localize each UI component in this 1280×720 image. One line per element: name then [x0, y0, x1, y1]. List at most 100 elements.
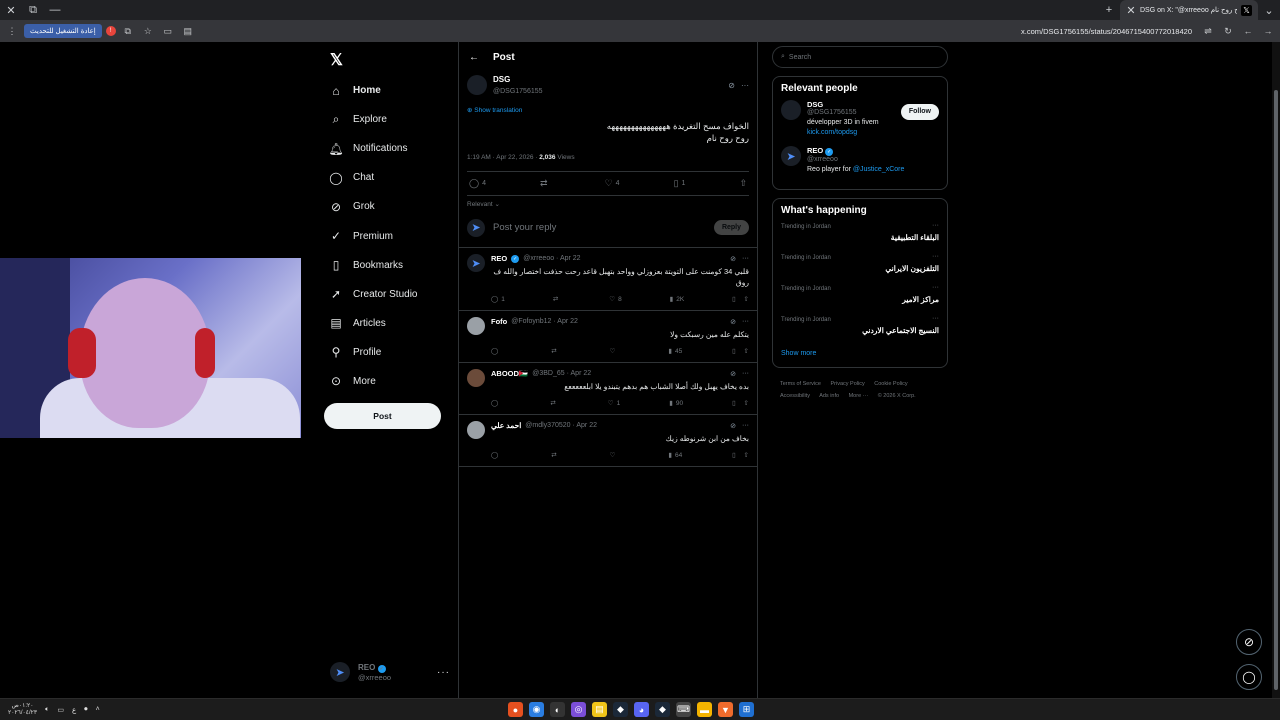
repost-button[interactable]: ⇄ [553, 295, 561, 303]
nav-explore[interactable]: ⌕ Explore [329, 105, 454, 134]
bookmark-icon[interactable]: ▯ [732, 451, 736, 459]
like-button[interactable]: ♡ [610, 451, 619, 459]
more-dots-icon[interactable]: ··· [742, 422, 749, 430]
cast-icon[interactable]: ▭ [160, 23, 176, 39]
chevron-up-icon[interactable]: ˄ [96, 706, 100, 713]
browser-tab[interactable]: ✕ DSG on X: "@xrreeoo روح روح نام 𝕏 [1120, 0, 1258, 20]
share-button[interactable]: ⇧ [739, 178, 747, 189]
close-window-icon[interactable]: ✕ [0, 0, 22, 20]
steam-icon[interactable]: ◆ [613, 702, 628, 717]
close-tab-icon[interactable]: ✕ [1126, 0, 1136, 20]
bookmark-star-icon[interactable]: ☆ [140, 23, 156, 39]
grok-icon[interactable]: ⊘ [730, 370, 736, 378]
language-indicator[interactable]: ع [72, 706, 76, 714]
notes-icon[interactable]: ▤ [592, 702, 607, 717]
reader-icon[interactable]: ▤ [180, 23, 196, 39]
person-item[interactable]: DSG @DSG1756155 développer 3D in fivem ki… [781, 100, 939, 138]
discord-icon[interactable]: ◕ [634, 702, 649, 717]
nav-articles[interactable]: ▤ Articles [329, 309, 454, 338]
relaunch-update-button[interactable]: إعادة التشغيل للتحديث [24, 24, 102, 38]
like-button[interactable]: ♡ 1 [608, 399, 620, 408]
reply-author[interactable]: ABOOD🇯🇴 [491, 369, 528, 378]
obs-icon[interactable]: ◐ [550, 702, 565, 717]
extensions-icon[interactable]: ⧉ [120, 23, 136, 39]
folder-icon[interactable]: ▬ [697, 702, 712, 717]
trend-item[interactable]: Trending in Jordan ··· التلفزيون الايران… [781, 253, 939, 284]
grok-icon[interactable]: ⊘ [730, 318, 736, 326]
minimize-window-icon[interactable]: — [44, 0, 66, 20]
post-time[interactable]: 1:19 AM · Apr 22, 2026 · [467, 154, 539, 161]
more-dots-icon[interactable]: ··· [932, 315, 939, 322]
nav-notifications[interactable]: 🔔︎ Notifications [328, 134, 454, 163]
avatar[interactable] [467, 421, 485, 439]
reply-author[interactable]: احمد علي [491, 421, 521, 430]
person-bio-link[interactable]: kick.com/topdsg [807, 129, 857, 136]
avatar[interactable]: ➤ [467, 254, 485, 272]
author-handle[interactable]: @DSG1756155 [493, 88, 543, 95]
sort-selector[interactable]: Relevant ⌄ [459, 196, 757, 208]
microphone-icon[interactable]: ⏺︎ [84, 706, 88, 714]
nav-profile[interactable]: ⚲ Profile [329, 338, 454, 367]
site-settings-icon[interactable]: ⇌ [1200, 23, 1216, 39]
page-scrollbar[interactable] [1272, 42, 1280, 698]
person-name[interactable]: REO [807, 146, 823, 155]
account-switcher[interactable]: ➤ REO ✓ @xrreeoo ··· [330, 662, 450, 682]
nav-premium[interactable]: ✓ Premium [329, 221, 454, 250]
share-icon[interactable]: ⇧ [744, 295, 749, 303]
nav-bookmarks[interactable]: ▯ Bookmarks [329, 251, 454, 280]
reply-input[interactable]: Post your reply [493, 222, 706, 233]
reply-submit-button[interactable]: Reply [713, 220, 749, 235]
more-dots-icon[interactable]: ··· [437, 667, 450, 678]
footer-link[interactable]: Accessibility [780, 393, 810, 399]
views-button[interactable]: ▮ 2K [670, 295, 685, 304]
more-dots-icon[interactable]: ··· [932, 253, 939, 260]
avatar[interactable]: ➤ [781, 146, 801, 166]
reply-button[interactable]: ◯ [491, 399, 501, 407]
bookmark-icon[interactable]: ▯ [732, 347, 736, 355]
like-button[interactable]: ♡ 8 [609, 295, 621, 304]
scrollbar-thumb[interactable] [1274, 90, 1278, 690]
back-icon[interactable]: → [1260, 23, 1276, 39]
clock[interactable]: ٠١:٢٠ص ٢٠٢٦/٠٤/٢٣ [8, 703, 37, 717]
footer-link[interactable]: Terms of Service [780, 381, 821, 387]
person-item[interactable]: ➤ REO ✓ @xrreeoo Reo player for @Justice… [781, 146, 939, 175]
repost-button[interactable]: ⇄ [540, 178, 551, 189]
share-icon[interactable]: ⇧ [744, 399, 749, 407]
footer-link[interactable]: Privacy Policy [831, 381, 865, 387]
nav-chat[interactable]: ◯ Chat [329, 163, 454, 192]
like-button[interactable]: ♡ [610, 347, 619, 355]
bookmark-icon[interactable]: ▯ [732, 399, 736, 407]
address-bar[interactable]: x.com/DSG1756155/status/2046715400772018… [200, 27, 1196, 36]
forward-icon[interactable]: ← [1240, 23, 1256, 39]
avatar[interactable] [467, 369, 485, 387]
share-icon[interactable]: ⇧ [744, 451, 749, 459]
views-button[interactable]: ▮ 45 [668, 347, 682, 356]
nav-creator-studio[interactable]: ➚ Creator Studio [329, 280, 454, 309]
new-tab-icon[interactable]: + [1098, 0, 1120, 20]
trend-item[interactable]: Trending in Jordan ··· البلقاء التطبيقية [781, 222, 939, 253]
more-dots-icon[interactable]: ··· [932, 284, 939, 291]
more-dots-icon[interactable]: ··· [742, 370, 749, 378]
more-dots-icon[interactable]: ··· [742, 318, 749, 326]
avatar[interactable] [467, 75, 487, 95]
reload-icon[interactable]: ↻ [1220, 23, 1236, 39]
author-name[interactable]: DSG [493, 75, 543, 84]
like-button[interactable]: ♡ 4 [605, 178, 620, 189]
nav-home[interactable]: ⌂ Home [329, 76, 454, 105]
tab-search-icon[interactable]: ⌄ [1258, 0, 1280, 20]
volume-icon[interactable]: 🔈︎ [45, 706, 49, 714]
reply-button[interactable]: ◯ [491, 347, 501, 355]
bookmark-icon[interactable]: ▯ [732, 295, 736, 303]
repost-button[interactable]: ⇄ [550, 399, 558, 407]
reply-item[interactable]: ABOOD🇯🇴 @3BD_65 · Apr 22 ⊘ ··· بده يخاف ي… [459, 363, 757, 415]
windows-start-icon[interactable]: ⊞ [739, 702, 754, 717]
brave-icon[interactable]: ▼ [718, 702, 733, 717]
footer-link[interactable]: Ads info [819, 393, 839, 399]
reply-button[interactable]: ◯ 1 [491, 295, 505, 304]
reply-item[interactable]: احمد علي @mdly370520 · Apr 22 ⊘ ··· بخاف … [459, 415, 757, 467]
footer-link[interactable]: More ··· [849, 393, 869, 399]
person-name[interactable]: DSG [807, 100, 823, 109]
reply-author[interactable]: REO [491, 254, 507, 263]
person-bio-link[interactable]: @Justice_xCore [853, 166, 904, 173]
steam-icon[interactable]: ◆ [655, 702, 670, 717]
